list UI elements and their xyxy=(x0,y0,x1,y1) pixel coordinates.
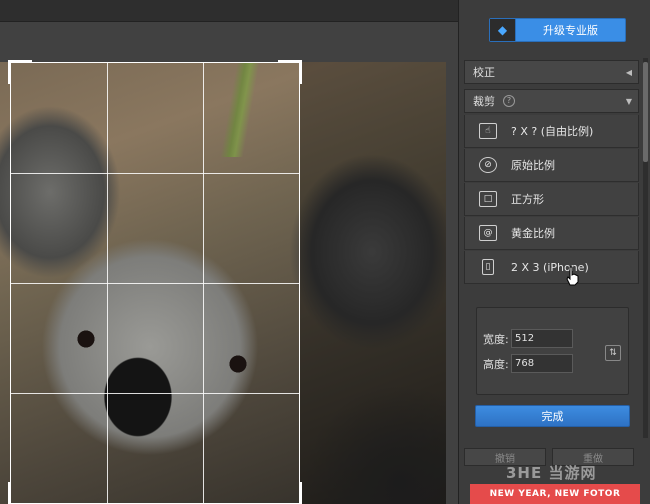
square-icon: □ xyxy=(479,191,497,207)
crop-option-original[interactable]: ⊘ 原始比例 xyxy=(464,149,639,182)
width-input[interactable] xyxy=(511,329,573,348)
height-label: 高度: xyxy=(483,357,509,371)
upgrade-label: 升级专业版 xyxy=(543,24,598,37)
crop-option-label: 原始比例 xyxy=(511,159,555,172)
crop-handle-bottom-right[interactable] xyxy=(278,482,302,504)
top-toolbar xyxy=(0,0,458,22)
crop-option-label: ? X ? (自由比例) xyxy=(511,125,594,138)
spiral-icon: @ xyxy=(479,225,497,241)
help-icon[interactable]: ? xyxy=(503,95,515,107)
section-crop[interactable]: 裁剪 ? ▼ xyxy=(464,89,639,113)
aspect-lock-icon[interactable]: ⇅ xyxy=(605,345,621,361)
grid-line xyxy=(11,283,299,284)
section-correct[interactable]: 校正 ◀ xyxy=(464,60,639,84)
crop-option-golden[interactable]: @ 黄金比例 xyxy=(464,217,639,250)
crop-handle-top-right[interactable] xyxy=(278,60,302,84)
expand-down-icon: ▼ xyxy=(625,96,632,106)
diamond-icon: ◆ xyxy=(490,19,516,41)
section-crop-label: 裁剪 xyxy=(473,95,495,108)
promo-banner[interactable]: NEW YEAR, NEW FOTOR xyxy=(470,484,640,504)
crop-option-iphone[interactable]: ▯ 2 X 3 (iPhone) xyxy=(464,251,639,284)
hand-cursor-icon xyxy=(566,266,579,286)
section-correct-label: 校正 xyxy=(473,66,495,79)
crop-dim-overlay xyxy=(300,62,446,504)
height-input[interactable] xyxy=(511,354,573,373)
panel-scrollbar[interactable] xyxy=(643,58,648,438)
side-panel: ◆ 升级专业版 校正 ◀ 裁剪 ? ▼ ☝ ? X ? (自由比例) ⊘ 原始比… xyxy=(458,0,650,504)
done-button[interactable]: 完成 xyxy=(475,405,630,427)
site-watermark: 3HE 当游网 xyxy=(506,464,597,482)
width-label: 宽度: xyxy=(483,332,509,346)
crop-frame[interactable] xyxy=(8,60,302,504)
grid-line xyxy=(11,173,299,174)
phone-icon: ▯ xyxy=(482,259,494,275)
collapse-left-icon: ◀ xyxy=(625,67,632,77)
dimension-box: 宽度: 高度: ⇅ xyxy=(476,307,629,395)
crop-handle-top-left[interactable] xyxy=(8,60,32,84)
no-ratio-icon: ⊘ xyxy=(479,157,497,173)
crop-handle-bottom-left[interactable] xyxy=(8,482,32,504)
grid-line xyxy=(11,393,299,394)
upgrade-button[interactable]: ◆ 升级专业版 xyxy=(489,18,626,42)
crop-option-label: 黄金比例 xyxy=(511,227,555,240)
crop-option-square[interactable]: □ 正方形 xyxy=(464,183,639,216)
crop-option-label: 正方形 xyxy=(511,193,544,206)
hand-icon: ☝ xyxy=(479,123,497,139)
crop-option-free[interactable]: ☝ ? X ? (自由比例) xyxy=(464,115,639,148)
height-row: 高度: xyxy=(483,354,573,373)
width-row: 宽度: xyxy=(483,329,573,348)
scrollbar-thumb[interactable] xyxy=(643,62,648,162)
